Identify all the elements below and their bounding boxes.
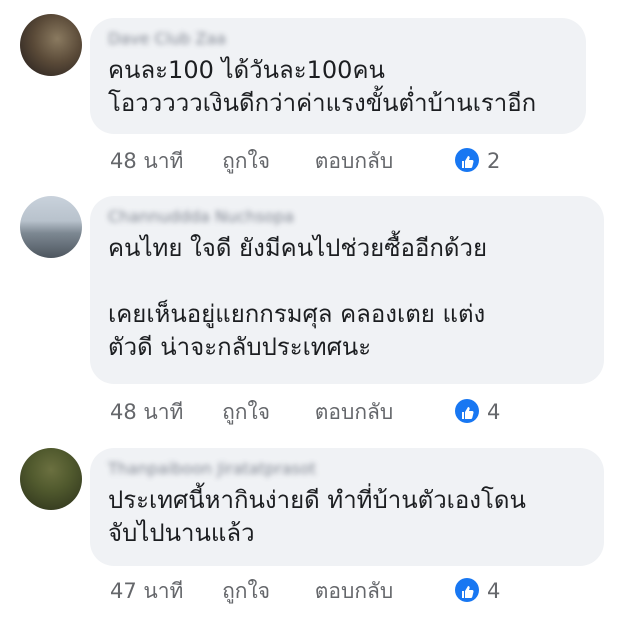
avatar[interactable]: [20, 196, 82, 258]
comment-text: คนละ100 ได้วันละ100คน โอวววววเงินดีกว่าค…: [108, 56, 537, 117]
like-icon: [455, 578, 479, 602]
comment-text: ประเทศนี้หากินง่ายดี ทำที่บ้านตัวเองโดน …: [108, 486, 526, 547]
comment-actions: 48 นาที ถูกใจ ตอบกลับ: [110, 146, 393, 176]
comment-bubble: Thanpaiboon Jiratatprasot ประเทศนี้หากิน…: [90, 448, 604, 566]
reaction-summary[interactable]: 4: [455, 397, 500, 427]
comment-author[interactable]: Thanpaiboon Jiratatprasot: [108, 458, 586, 480]
like-button[interactable]: ถูกใจ: [222, 146, 270, 176]
reply-button[interactable]: ตอบกลับ: [315, 397, 394, 427]
like-button[interactable]: ถูกใจ: [222, 576, 270, 606]
reaction-summary[interactable]: 2: [455, 146, 500, 176]
comment-timestamp[interactable]: 47 นาที: [110, 576, 183, 606]
comment-bubble: Dave Club Zaa คนละ100 ได้วันละ100คน โอวว…: [90, 18, 586, 134]
avatar[interactable]: [20, 448, 82, 510]
comment-timestamp[interactable]: 48 นาที: [110, 397, 183, 427]
like-button[interactable]: ถูกใจ: [222, 397, 270, 427]
reaction-summary[interactable]: 4: [455, 576, 500, 606]
reaction-count: 4: [487, 579, 501, 603]
comment-author[interactable]: Dave Club Zaa: [108, 28, 568, 50]
reaction-count: 4: [487, 400, 501, 424]
reply-button[interactable]: ตอบกลับ: [315, 146, 394, 176]
comment-timestamp[interactable]: 48 นาที: [110, 146, 183, 176]
comment-text: คนไทย ใจดี ยังมีคนไปช่วยซื้ออีกด้วย เคยเ…: [108, 234, 488, 361]
comment-actions: 48 นาที ถูกใจ ตอบกลับ: [110, 397, 393, 427]
comment-bubble: Channuddda Nuchsopa คนไทย ใจดี ยังมีคนไป…: [90, 196, 604, 384]
reaction-count: 2: [487, 149, 501, 173]
reply-button[interactable]: ตอบกลับ: [315, 576, 394, 606]
comment-author[interactable]: Channuddda Nuchsopa: [108, 206, 586, 228]
like-icon: [455, 399, 479, 423]
comment-actions: 47 นาที ถูกใจ ตอบกลับ: [110, 576, 393, 606]
like-icon: [455, 148, 479, 172]
avatar[interactable]: [20, 14, 82, 76]
